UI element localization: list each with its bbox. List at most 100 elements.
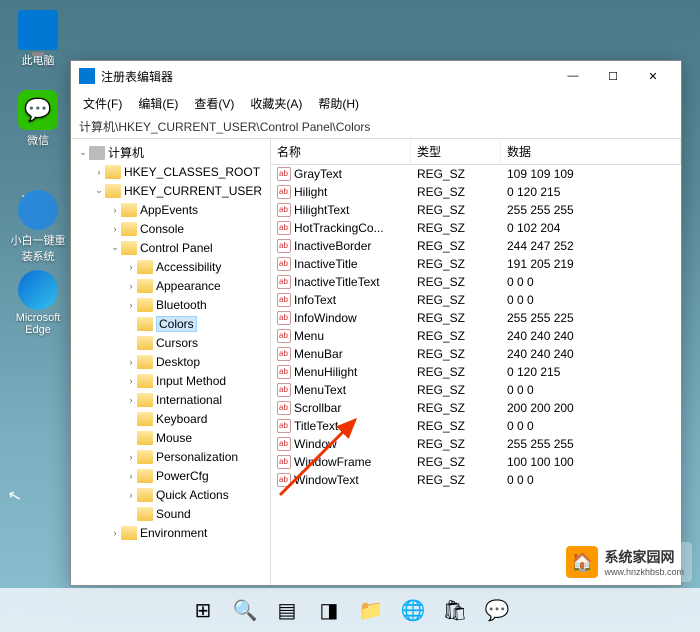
taskbar-search-button[interactable]: 🔍	[227, 592, 263, 628]
folder-icon	[137, 336, 153, 350]
col-data[interactable]: 数据	[501, 139, 681, 164]
list-row[interactable]: MenuHilightREG_SZ0 120 215	[271, 363, 681, 381]
expander-icon[interactable]: ›	[93, 167, 105, 177]
taskbar-start-button[interactable]: ⊞	[185, 592, 221, 628]
expander-icon[interactable]: ›	[125, 281, 137, 291]
list-row[interactable]: InactiveBorderREG_SZ244 247 252	[271, 237, 681, 255]
tree-item[interactable]: ›Accessibility	[71, 257, 270, 276]
tree-item[interactable]: ›Console	[71, 219, 270, 238]
menu-item[interactable]: 查看(V)	[186, 93, 242, 114]
tree-item[interactable]: ⌄计算机	[71, 143, 270, 162]
expander-icon[interactable]: ›	[125, 357, 137, 367]
folder-icon	[105, 184, 121, 198]
menu-item[interactable]: 编辑(E)	[130, 93, 186, 114]
taskbar-widgets-button[interactable]: ◨	[311, 592, 347, 628]
desktop-icon-onekey[interactable]: 小白一键重装系统	[10, 190, 66, 264]
tree-label: Mouse	[156, 431, 192, 445]
list-row[interactable]: WindowFrameREG_SZ100 100 100	[271, 453, 681, 471]
tree-label: Personalization	[156, 450, 238, 464]
value-name: HotTrackingCo...	[294, 221, 384, 235]
tree-item[interactable]: ›HKEY_CLASSES_ROOT	[71, 162, 270, 181]
expander-icon[interactable]: ›	[125, 395, 137, 405]
list-row[interactable]: InfoTextREG_SZ0 0 0	[271, 291, 681, 309]
expander-icon[interactable]: ›	[109, 224, 121, 234]
onekey-icon	[18, 190, 58, 230]
folder-icon	[137, 450, 153, 464]
list-row[interactable]: InfoWindowREG_SZ255 255 225	[271, 309, 681, 327]
menu-item[interactable]: 文件(F)	[75, 93, 130, 114]
list-row[interactable]: TitleTextREG_SZ0 0 0	[271, 417, 681, 435]
taskbar[interactable]: ⊞🔍▤◨📁🌐🛍💬	[0, 588, 700, 632]
value-type: REG_SZ	[411, 437, 501, 451]
expander-icon[interactable]: ⌄	[93, 185, 105, 196]
tree-item[interactable]: Colors	[71, 314, 270, 333]
tree-label: Bluetooth	[156, 298, 207, 312]
tree-item[interactable]: ⌄HKEY_CURRENT_USER	[71, 181, 270, 200]
maximize-button[interactable]: ☐	[593, 62, 633, 90]
list-row[interactable]: GrayTextREG_SZ109 109 109	[271, 165, 681, 183]
registry-tree[interactable]: ⌄计算机›HKEY_CLASSES_ROOT⌄HKEY_CURRENT_USER…	[71, 139, 271, 585]
expander-icon[interactable]: ›	[109, 528, 121, 538]
list-row[interactable]: WindowREG_SZ255 255 255	[271, 435, 681, 453]
taskbar-wechat-button[interactable]: 💬	[479, 592, 515, 628]
expander-icon[interactable]: ›	[125, 300, 137, 310]
desktop-icon-edge[interactable]: Microsoft Edge	[10, 270, 66, 336]
taskbar-store-button[interactable]: 🛍	[437, 592, 473, 628]
tree-item[interactable]: ›Desktop	[71, 352, 270, 371]
tree-item[interactable]: ›Appearance	[71, 276, 270, 295]
value-list[interactable]: 名称 类型 数据 GrayTextREG_SZ109 109 109Hiligh…	[271, 139, 681, 585]
tree-item[interactable]: ›Input Method	[71, 371, 270, 390]
col-type[interactable]: 类型	[411, 139, 501, 164]
list-row[interactable]: MenuTextREG_SZ0 0 0	[271, 381, 681, 399]
value-name: Window	[294, 437, 337, 451]
value-type: REG_SZ	[411, 311, 501, 325]
tree-item[interactable]: › Personalization	[71, 447, 270, 466]
expander-icon[interactable]: ›	[125, 490, 137, 500]
tree-item[interactable]: ›AppEvents	[71, 200, 270, 219]
taskbar-explorer-button[interactable]: 📁	[353, 592, 389, 628]
desktop-icon-pc[interactable]: 此电脑	[10, 10, 66, 68]
folder-icon	[121, 241, 137, 255]
expander-icon[interactable]: ›	[109, 205, 121, 215]
list-row[interactable]: HotTrackingCo...REG_SZ0 102 204	[271, 219, 681, 237]
menu-item[interactable]: 帮助(H)	[310, 93, 367, 114]
list-row[interactable]: MenuREG_SZ240 240 240	[271, 327, 681, 345]
tree-item[interactable]: Keyboard	[71, 409, 270, 428]
list-row[interactable]: MenuBarREG_SZ240 240 240	[271, 345, 681, 363]
list-row[interactable]: HilightREG_SZ0 120 215	[271, 183, 681, 201]
value-name: MenuHilight	[294, 365, 357, 379]
expander-icon[interactable]: ›	[125, 471, 137, 481]
value-data: 0 0 0	[501, 419, 681, 433]
tree-item[interactable]: ›Environment	[71, 523, 270, 542]
expander-icon[interactable]: ›	[125, 262, 137, 272]
expander-icon[interactable]: ⌄	[109, 242, 121, 253]
tree-item[interactable]: Sound	[71, 504, 270, 523]
string-value-icon	[277, 329, 291, 343]
list-row[interactable]: WindowTextREG_SZ0 0 0	[271, 471, 681, 489]
list-row[interactable]: HilightTextREG_SZ255 255 255	[271, 201, 681, 219]
value-data: 255 255 225	[501, 311, 681, 325]
titlebar[interactable]: 注册表编辑器 — ☐ ✕	[71, 61, 681, 91]
tree-item[interactable]: ⌄Control Panel	[71, 238, 270, 257]
list-row[interactable]: InactiveTitleTextREG_SZ0 0 0	[271, 273, 681, 291]
tree-item[interactable]: › Bluetooth	[71, 295, 270, 314]
minimize-button[interactable]: —	[553, 62, 593, 90]
list-row[interactable]: ScrollbarREG_SZ200 200 200	[271, 399, 681, 417]
tree-item[interactable]: Cursors	[71, 333, 270, 352]
taskbar-taskview-button[interactable]: ▤	[269, 592, 305, 628]
expander-icon[interactable]: ›	[125, 452, 137, 462]
tree-item[interactable]: Mouse	[71, 428, 270, 447]
desktop-icon-wechat[interactable]: 微信	[10, 90, 66, 148]
folder-icon	[137, 469, 153, 483]
tree-item[interactable]: ›PowerCfg	[71, 466, 270, 485]
address-bar[interactable]: 计算机\HKEY_CURRENT_USER\Control Panel\Colo…	[71, 115, 681, 139]
tree-item[interactable]: ›Quick Actions	[71, 485, 270, 504]
col-name[interactable]: 名称	[271, 139, 411, 164]
expander-icon[interactable]: ⌄	[77, 147, 89, 158]
expander-icon[interactable]: ›	[125, 376, 137, 386]
tree-item[interactable]: ›International	[71, 390, 270, 409]
close-button[interactable]: ✕	[633, 62, 673, 90]
list-row[interactable]: InactiveTitleREG_SZ191 205 219	[271, 255, 681, 273]
menu-item[interactable]: 收藏夹(A)	[242, 93, 310, 114]
taskbar-edge-button[interactable]: 🌐	[395, 592, 431, 628]
